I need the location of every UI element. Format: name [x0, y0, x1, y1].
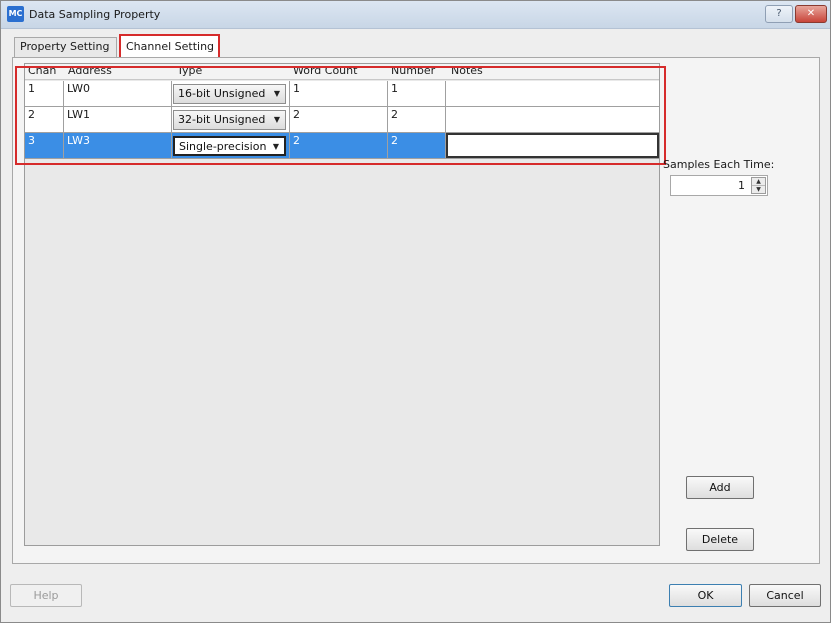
cell-type: Single-precision ▼ [172, 133, 290, 158]
header-notes[interactable]: Notes [451, 64, 483, 80]
cell-address[interactable]: LW1 [64, 107, 172, 132]
type-dropdown-value: Single-precision [179, 140, 267, 153]
spinner-up-icon[interactable]: ▲ [752, 178, 765, 186]
help-button[interactable]: Help [10, 584, 82, 607]
chevron-down-icon: ▼ [273, 89, 280, 98]
delete-button[interactable]: Delete [686, 528, 754, 551]
cell-address[interactable]: LW0 [64, 81, 172, 106]
chevron-down-icon: ▼ [273, 115, 280, 124]
type-dropdown-value: 16-bit Unsigned [178, 87, 266, 100]
cell-number[interactable]: 2 [388, 107, 446, 132]
table-row-selected[interactable]: 3 LW3 Single-precision ▼ 2 2 [25, 133, 659, 159]
add-button[interactable]: Add [686, 476, 754, 499]
cell-chan[interactable]: 2 [25, 107, 64, 132]
dialog-window: MC Data Sampling Property ? ✕ Property S… [0, 0, 831, 623]
app-icon: MC [7, 6, 24, 22]
header-chan[interactable]: Chan [28, 64, 56, 80]
header-address[interactable]: Address [68, 64, 112, 80]
close-icon: ✕ [806, 8, 816, 19]
cell-notes[interactable] [446, 107, 659, 132]
cell-number[interactable]: 2 [388, 133, 446, 158]
cell-chan[interactable]: 3 [25, 133, 64, 158]
cell-word-count[interactable]: 1 [290, 81, 388, 106]
table-row[interactable]: 2 LW1 32-bit Unsigned ▼ 2 2 [25, 107, 659, 133]
cell-type: 16-bit Unsigned ▼ [172, 81, 290, 106]
cancel-button[interactable]: Cancel [749, 584, 821, 607]
spinner-buttons: ▲ ▼ [751, 177, 766, 194]
cell-notes[interactable] [446, 81, 659, 106]
samples-each-time-spinner[interactable]: 1 ▲ ▼ [670, 175, 768, 196]
type-dropdown[interactable]: 16-bit Unsigned ▼ [173, 84, 286, 104]
cell-address[interactable]: LW3 [64, 133, 172, 158]
type-dropdown-value: 32-bit Unsigned [178, 113, 266, 126]
tab-property-setting[interactable]: Property Setting [14, 37, 117, 57]
channel-table: Chan Address Type Word Count Number Note… [24, 63, 660, 546]
samples-each-time-value: 1 [738, 179, 745, 192]
type-dropdown[interactable]: Single-precision ▼ [173, 136, 286, 156]
chevron-down-icon: ▼ [272, 142, 279, 151]
window-title: Data Sampling Property [29, 8, 161, 21]
close-button[interactable]: ✕ [795, 5, 827, 23]
question-icon: ? [776, 8, 782, 19]
spinner-down-icon[interactable]: ▼ [752, 186, 765, 194]
ok-button[interactable]: OK [669, 584, 742, 607]
cell-type: 32-bit Unsigned ▼ [172, 107, 290, 132]
header-number[interactable]: Number [391, 64, 435, 80]
cell-notes-editing[interactable] [446, 133, 659, 158]
cell-chan[interactable]: 1 [25, 81, 64, 106]
table-row[interactable]: 1 LW0 16-bit Unsigned ▼ 1 1 [25, 81, 659, 107]
table-header: Chan Address Type Word Count Number Note… [25, 64, 659, 80]
cell-number[interactable]: 1 [388, 81, 446, 106]
title-bar[interactable]: MC Data Sampling Property ? ✕ [1, 1, 830, 29]
header-type[interactable]: Type [177, 64, 202, 80]
type-dropdown[interactable]: 32-bit Unsigned ▼ [173, 110, 286, 130]
tab-channel-setting[interactable]: Channel Setting [119, 34, 220, 58]
cell-word-count[interactable]: 2 [290, 133, 388, 158]
help-title-button[interactable]: ? [765, 5, 793, 23]
header-word-count[interactable]: Word Count [293, 64, 357, 80]
samples-each-time-label: Samples Each Time: [663, 158, 775, 171]
cell-word-count[interactable]: 2 [290, 107, 388, 132]
